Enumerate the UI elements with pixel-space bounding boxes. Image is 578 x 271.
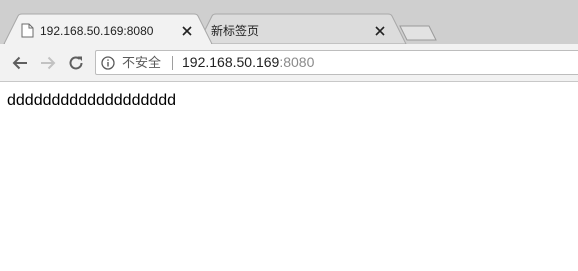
url-port: :8080 bbox=[279, 54, 315, 70]
forward-button[interactable] bbox=[38, 53, 58, 73]
tab-active-close-icon[interactable] bbox=[181, 25, 193, 37]
address-bar[interactable]: 不安全 192.168.50.169:8080 bbox=[95, 50, 578, 75]
page-icon bbox=[21, 23, 34, 38]
back-button[interactable] bbox=[10, 53, 30, 73]
tab-new-tab-close-icon[interactable] bbox=[374, 25, 386, 37]
page-body-text: ddddddddddddddddddd bbox=[7, 92, 177, 109]
info-icon[interactable] bbox=[101, 56, 115, 70]
url-text[interactable]: 192.168.50.169:8080 bbox=[182, 54, 314, 71]
arrow-left-icon bbox=[12, 56, 27, 70]
arrow-right-icon bbox=[41, 56, 56, 70]
tab-strip: 192.168.50.169:8080 新标签页 bbox=[0, 0, 578, 44]
reload-button[interactable] bbox=[66, 53, 86, 73]
tab-new-tab-title: 新标签页 bbox=[211, 24, 260, 38]
tab-active-title: 192.168.50.169:8080 bbox=[40, 24, 154, 38]
browser-window: 192.168.50.169:8080 新标签页 不安全 192.168.50.… bbox=[0, 0, 578, 271]
page-content: ddddddddddddddddddd bbox=[0, 82, 578, 271]
url-host: 192.168.50.169 bbox=[182, 54, 280, 70]
reload-icon bbox=[69, 56, 83, 70]
new-tab-button[interactable] bbox=[399, 25, 437, 41]
security-label[interactable]: 不安全 bbox=[122, 55, 161, 71]
omnibox-separator bbox=[172, 56, 173, 70]
